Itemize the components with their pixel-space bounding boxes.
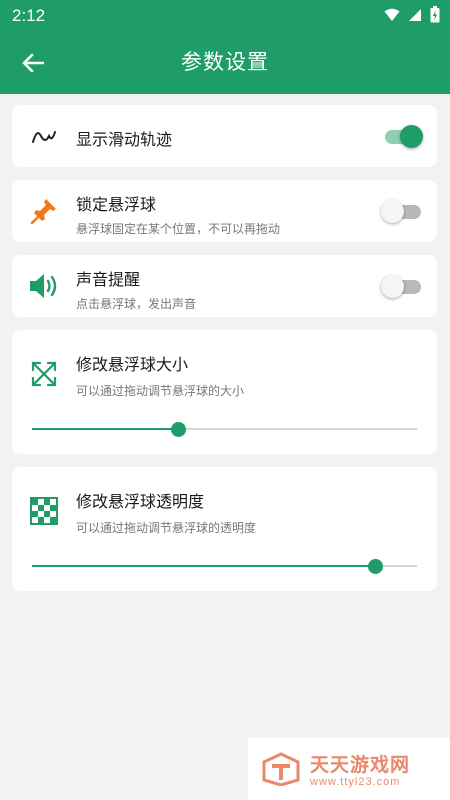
setting-opacity-label: 修改悬浮球透明度 (76, 492, 205, 511)
setting-size-desc: 可以通过拖动调节悬浮球的大小 (76, 384, 245, 398)
toggle-thumb (381, 200, 404, 223)
watermark-url: www.ttyl23.com (310, 776, 401, 788)
setting-opacity: 修改悬浮球透明度 可以通过拖动调节悬浮球的透明度 (12, 467, 437, 591)
top-bar: 2:12 参数设置 (0, 0, 450, 94)
setting-lock: 锁定悬浮球 悬浮球固定在某个位置，不可以再拖动 (12, 180, 437, 242)
checkerboard-icon (28, 495, 60, 527)
status-bar: 2:12 (0, 0, 450, 32)
pin-icon (28, 195, 60, 227)
trail-toggle[interactable] (381, 124, 425, 148)
status-time: 2:12 (12, 6, 46, 25)
setting-trail: 显示滑动轨迹 (12, 105, 437, 167)
setting-trail-label: 显示滑动轨迹 (76, 130, 173, 149)
watermark-logo-icon (262, 752, 300, 786)
slider-knob[interactable] (367, 559, 383, 574)
speaker-icon (28, 270, 60, 302)
setting-lock-desc: 悬浮球固定在某个位置，不可以再拖动 (76, 222, 281, 236)
watermark: 天天游戏网 www.ttyl23.com (248, 738, 450, 800)
app-bar: 参数设置 (0, 32, 450, 94)
slider-fill (32, 428, 179, 430)
toggle-thumb (400, 125, 423, 148)
opacity-slider[interactable] (32, 556, 417, 576)
setting-lock-label: 锁定悬浮球 (76, 195, 157, 214)
setting-size: 修改悬浮球大小 可以通过拖动调节悬浮球的大小 (12, 330, 437, 454)
signal-icon (409, 8, 421, 21)
expand-icon (28, 358, 60, 390)
setting-sound-label: 声音提醒 (76, 270, 141, 289)
size-slider[interactable] (32, 419, 417, 439)
setting-sound-desc: 点击悬浮球，发出声音 (76, 297, 197, 311)
battery-icon (430, 6, 440, 23)
watermark-name: 天天游戏网 (310, 754, 411, 776)
setting-size-label: 修改悬浮球大小 (76, 355, 189, 374)
slider-fill (32, 565, 375, 567)
setting-sound: 声音提醒 点击悬浮球，发出声音 (12, 255, 437, 317)
wifi-icon (384, 8, 400, 21)
wave-icon (28, 120, 60, 152)
sound-toggle[interactable] (381, 274, 425, 298)
setting-opacity-desc: 可以通过拖动调节悬浮球的透明度 (76, 521, 257, 535)
page-title: 参数设置 (181, 50, 269, 74)
slider-knob[interactable] (171, 422, 187, 437)
status-icons (384, 6, 440, 23)
lock-toggle[interactable] (381, 199, 425, 223)
toggle-thumb (381, 275, 404, 298)
